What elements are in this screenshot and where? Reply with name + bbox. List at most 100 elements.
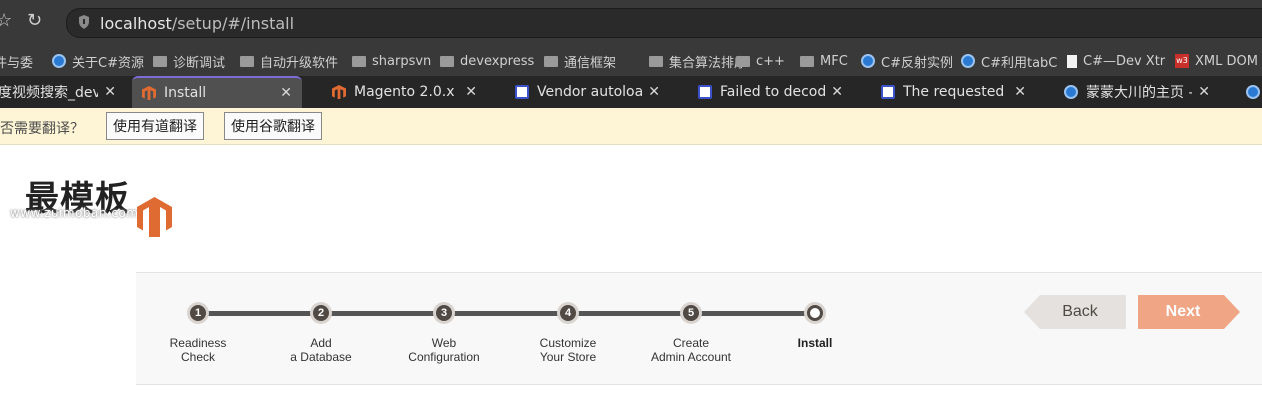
folder-icon <box>649 56 663 67</box>
baidu-paw-icon <box>698 85 712 99</box>
bookmark-label: c++ <box>756 53 785 69</box>
baidu-paw-icon <box>881 85 895 99</box>
bookmark-item[interactable]: 集合算法排序 <box>649 46 747 76</box>
cnblogs-icon <box>961 54 975 68</box>
bookmark-label: XML DOM <box>1195 53 1258 69</box>
close-tab-icon[interactable]: ✕ <box>280 85 292 101</box>
bookmark-star-icon[interactable]: ☆ <box>0 10 12 31</box>
bookmark-label: 通信框架 <box>564 55 617 71</box>
bookmark-item[interactable]: 诊断调试 <box>153 46 225 76</box>
step-label: Add a Database <box>290 336 352 364</box>
tab-title: Install <box>164 85 207 101</box>
magento-icon <box>142 86 156 100</box>
bookmark-item[interactable]: 通信框架 <box>544 46 616 76</box>
step-number <box>807 305 823 321</box>
step-marker <box>804 302 826 324</box>
bookmark-label: 自动升级软件 <box>260 55 339 71</box>
url-field[interactable]: localhost/setup/#/install <box>66 8 1262 38</box>
reload-icon[interactable]: ↻ <box>27 10 42 31</box>
tab-title: 度视频搜索_devex <box>0 85 99 101</box>
cnblogs-icon <box>1064 85 1078 99</box>
bookmark-item[interactable]: 自动升级软件 <box>240 46 338 76</box>
folder-icon <box>544 56 558 67</box>
close-tab-icon[interactable]: ✕ <box>648 84 660 100</box>
bookmark-item[interactable]: devexpress <box>440 46 534 76</box>
translate-question: 否需要翻译？ <box>0 121 84 137</box>
step-marker: 2 <box>310 302 332 324</box>
step-number: 1 <box>190 305 206 321</box>
back-button[interactable]: Back <box>1024 295 1126 329</box>
folder-icon <box>440 56 454 67</box>
next-button[interactable]: Next <box>1138 295 1240 329</box>
tab[interactable]: Vendor autoload is ✕ <box>505 76 670 108</box>
tab-strip: 度视频搜索_devex✕Install✕Magento 2.0.x tes✕Ve… <box>0 76 1262 108</box>
step-marker: 5 <box>680 302 702 324</box>
bookmark-item[interactable]: c++ <box>736 46 785 76</box>
bookmark-item[interactable]: MFC <box>800 46 848 76</box>
tab[interactable]: Failed to decode r ✕ <box>688 76 853 108</box>
translate-bar: 否需要翻译？ 使用有道翻译 使用谷歌翻译 <box>0 108 1262 145</box>
bookmark-item[interactable]: C#—Dev Xtr <box>1067 46 1165 76</box>
progress-track <box>198 311 816 316</box>
cnblogs-icon <box>861 54 875 68</box>
address-bar-row: ☆ ↻ localhost/setup/#/install <box>0 0 1262 46</box>
bookmark-label: devexpress <box>460 53 535 69</box>
shield-icon <box>79 15 89 29</box>
tab[interactable] <box>1236 76 1262 108</box>
bookmark-label: C#利用tabC <box>981 55 1058 71</box>
tab-title: 蒙蒙大川的主页 - 博 <box>1086 85 1192 101</box>
bookmark-label: MFC <box>820 53 848 69</box>
close-tab-icon[interactable]: ✕ <box>1198 84 1210 100</box>
step-marker: 3 <box>433 302 455 324</box>
bookmark-label: C#—Dev Xtr <box>1083 53 1166 69</box>
close-tab-icon[interactable]: ✕ <box>104 84 116 100</box>
step-label: Create Admin Account <box>650 336 732 364</box>
magento-icon <box>332 85 346 99</box>
document-icon <box>1067 54 1077 68</box>
step-label: Install <box>797 336 833 350</box>
step-label: Web Configuration <box>408 336 480 364</box>
tab-title: Magento 2.0.x tes <box>354 84 459 100</box>
tab[interactable]: The requested PHP ✕ <box>871 76 1036 108</box>
url-text: localhost/setup/#/install <box>100 14 295 33</box>
tab-active[interactable]: Install ✕ <box>132 76 302 108</box>
tab-title: Vendor autoload is <box>537 84 643 100</box>
tab-title: The requested PHP <box>903 84 1008 100</box>
site-logo-subtext: www.zuimoban.com <box>10 206 139 220</box>
bookmark-item[interactable]: C#利用tabC <box>961 46 1057 76</box>
bookmark-item[interactable]: C#反射实例 <box>861 46 953 76</box>
bookmark-label: sharpsvn <box>372 53 432 69</box>
bookmark-item[interactable]: 件与委 <box>0 46 33 76</box>
cnblogs-icon <box>1246 85 1260 99</box>
step-number: 2 <box>313 305 329 321</box>
bookmarks-bar: 件与委 关于C#资源 诊断调试 自动升级软件 sharpsvn devexpress 通信框… <box>0 46 1262 76</box>
close-tab-icon[interactable]: ✕ <box>465 84 477 100</box>
bookmark-label: 件与委 <box>0 55 34 71</box>
bookmark-item[interactable]: 关于C#资源 <box>52 46 144 76</box>
folder-icon <box>736 56 750 67</box>
step-number: 5 <box>683 305 699 321</box>
bookmark-item[interactable]: w3 XML DOM <box>1175 46 1258 76</box>
bookmark-label: 关于C#资源 <box>72 55 144 71</box>
w3-icon: w3 <box>1175 54 1189 68</box>
bookmark-item[interactable]: sharpsvn <box>352 46 431 76</box>
step-marker: 4 <box>557 302 579 324</box>
tab[interactable]: 度视频搜索_devex ✕ <box>0 76 126 108</box>
bookmark-label: 诊断调试 <box>173 55 226 71</box>
folder-icon <box>352 56 366 67</box>
close-tab-icon[interactable]: ✕ <box>831 84 843 100</box>
close-tab-icon[interactable]: ✕ <box>1014 84 1026 100</box>
tab[interactable]: 蒙蒙大川的主页 - 博 ✕ <box>1054 76 1220 108</box>
youdao-translate-button[interactable]: 使用有道翻译 <box>106 112 204 140</box>
step-marker: 1 <box>187 302 209 324</box>
google-translate-button[interactable]: 使用谷歌翻译 <box>224 112 322 140</box>
tab[interactable]: Magento 2.0.x tes ✕ <box>322 76 487 108</box>
step-number: 4 <box>560 305 576 321</box>
folder-icon <box>240 56 254 67</box>
folder-icon <box>153 56 167 67</box>
folder-icon <box>800 56 814 67</box>
baidu-paw-icon <box>515 85 529 99</box>
magento-logo-icon <box>137 197 172 237</box>
bookmark-label: C#反射实例 <box>881 55 953 71</box>
cnblogs-icon <box>52 54 66 68</box>
